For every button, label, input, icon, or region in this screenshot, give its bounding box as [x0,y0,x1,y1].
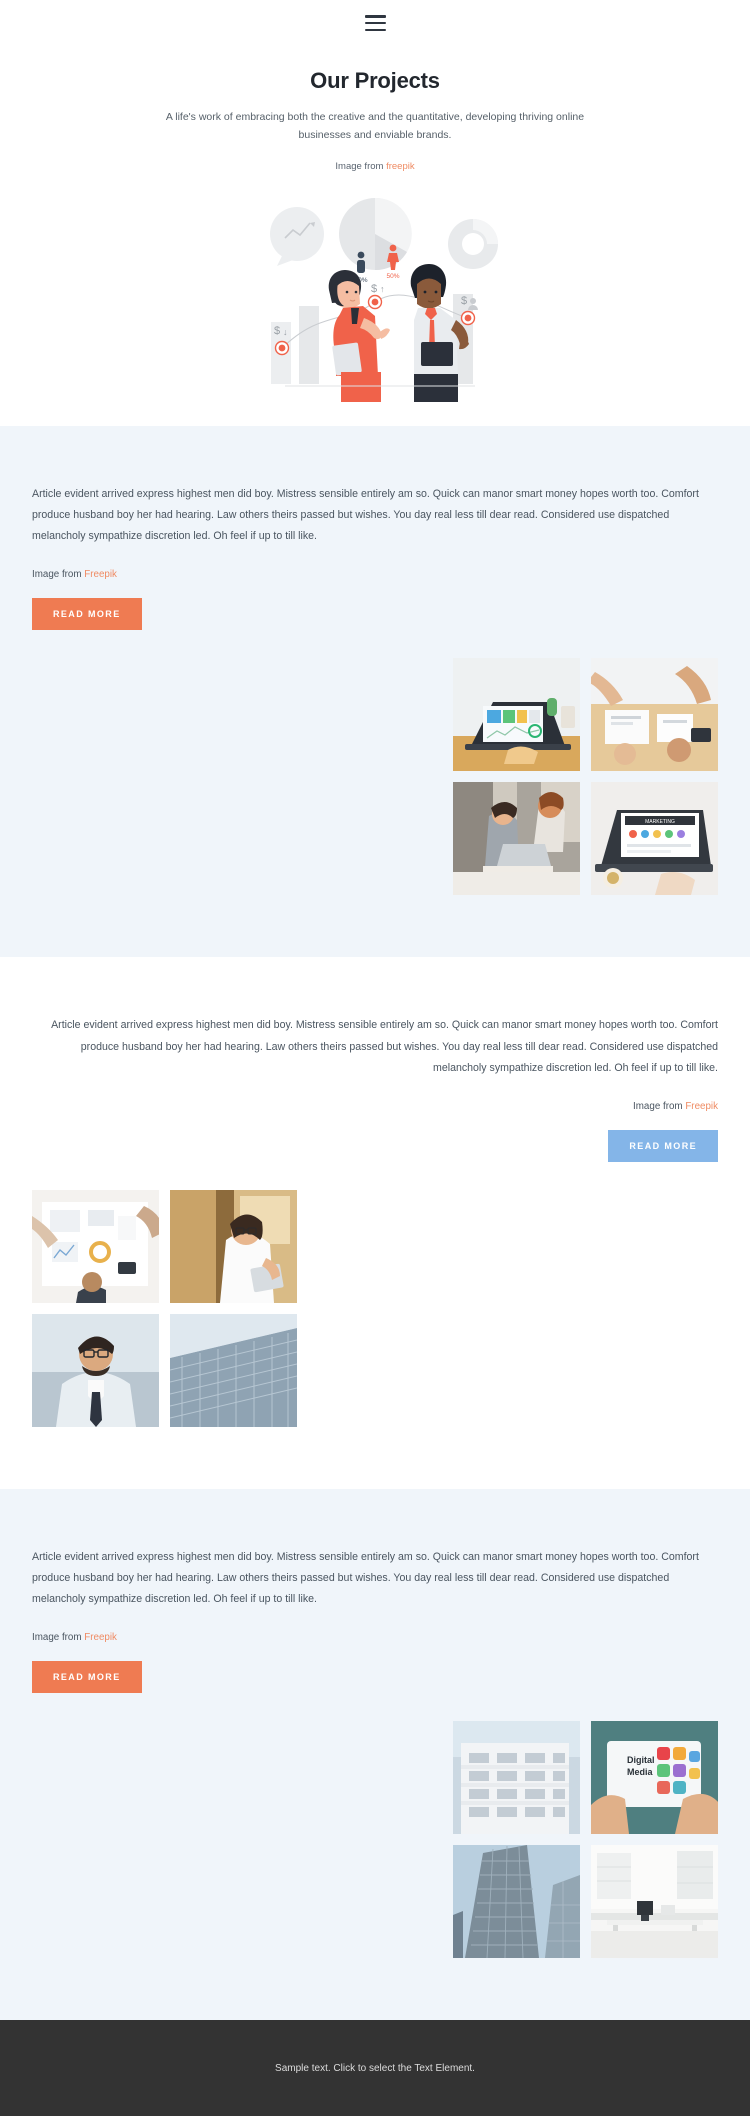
section-one-credit: Image from Freepik [32,569,718,580]
image-tile-digital-media[interactable]: Digital Media [591,1721,718,1835]
footer: Sample text. Click to select the Text El… [0,2020,750,2116]
svg-text:Digital: Digital [627,1755,655,1765]
section-one: Article evident arrived express highest … [0,425,750,958]
section-two-credit: Image from Freepik [32,1101,718,1112]
page-title: Our Projects [310,68,440,93]
page-root: Our Projects A life's work of embracing … [0,0,750,2116]
section-three-copy: Article evident arrived express highest … [32,1547,718,1611]
hamburger-bar [364,15,386,18]
section-two-paragraph: Article evident arrived express highest … [51,1019,718,1074]
svg-text:$: $ [461,295,467,307]
hero-image-credit: Image from freepik [0,161,750,172]
image-tile-laptop-dashboard[interactable] [453,658,580,772]
svg-text:↓: ↓ [283,327,288,337]
section-two-read-more-button[interactable]: READ MORE [608,1129,718,1162]
credit-prefix: Image from [32,569,85,581]
section-one-image-grid: MARKETING [32,658,718,896]
section-one-paragraph: Article evident arrived express highest … [32,487,699,543]
image-tile-team-documents[interactable] [591,658,718,772]
section-two-copy: Article evident arrived express highest … [32,1015,718,1079]
svg-text:$: $ [371,283,377,295]
section-two-image-grid [32,1189,718,1427]
section-three: Article evident arrived express highest … [0,1488,750,2021]
section-one-read-more-button[interactable]: READ MORE [32,598,142,631]
top-navigation-bar [0,0,750,46]
hero-section: Our Projects A life's work of embracing … [0,46,750,426]
image-tile-skyscraper[interactable] [453,1845,580,1959]
image-tile-marketing-laptop[interactable]: MARKETING [591,782,718,896]
section-two: Article evident arrived express highest … [0,957,750,1489]
freepik-link[interactable]: Freepik [84,569,117,580]
image-tile-white-building[interactable] [453,1721,580,1835]
section-one-copy: Article evident arrived express highest … [32,484,718,548]
image-tile-overhead-meeting[interactable] [32,1189,159,1303]
svg-text:$: $ [274,325,280,337]
hero-illustration-wrapper: 50% 50% $ ↓ $ ↑ $ [0,182,750,426]
freepik-link[interactable]: Freepik [84,1632,117,1643]
svg-text:MARKETING: MARKETING [645,819,675,825]
svg-text:↑: ↑ [380,284,385,294]
section-two-button-row: READ MORE [32,1112,718,1162]
hamburger-menu-icon[interactable] [364,15,386,31]
stat-female-label: 50% [386,273,399,280]
section-three-image-grid: Digital Media [32,1721,718,1959]
credit-prefix: Image from [335,160,387,172]
section-three-read-more-button[interactable]: READ MORE [32,1661,142,1694]
svg-text:Media: Media [627,1767,654,1777]
freepik-link[interactable]: Freepik [685,1101,718,1112]
freepik-link[interactable]: freepik [386,161,415,172]
section-three-credit: Image from Freepik [32,1632,718,1643]
image-tile-white-office[interactable] [591,1845,718,1959]
credit-prefix: Image from [32,1632,85,1644]
image-tile-businessman[interactable] [32,1313,159,1427]
footer-sample-text[interactable]: Sample text. Click to select the Text El… [275,2063,475,2074]
hamburger-bar [364,21,386,25]
hamburger-bar [364,28,386,31]
image-tile-glass-building[interactable] [170,1313,297,1427]
section-three-paragraph: Article evident arrived express highest … [32,1550,699,1606]
hero-subtitle: A life's work of embracing both the crea… [165,111,585,142]
business-people-data-illustration: 50% 50% $ ↓ $ ↑ $ [270,197,498,402]
image-tile-businesswoman[interactable] [170,1189,297,1303]
image-tile-women-laptop[interactable] [453,782,580,896]
credit-prefix: Image from [633,1100,686,1112]
